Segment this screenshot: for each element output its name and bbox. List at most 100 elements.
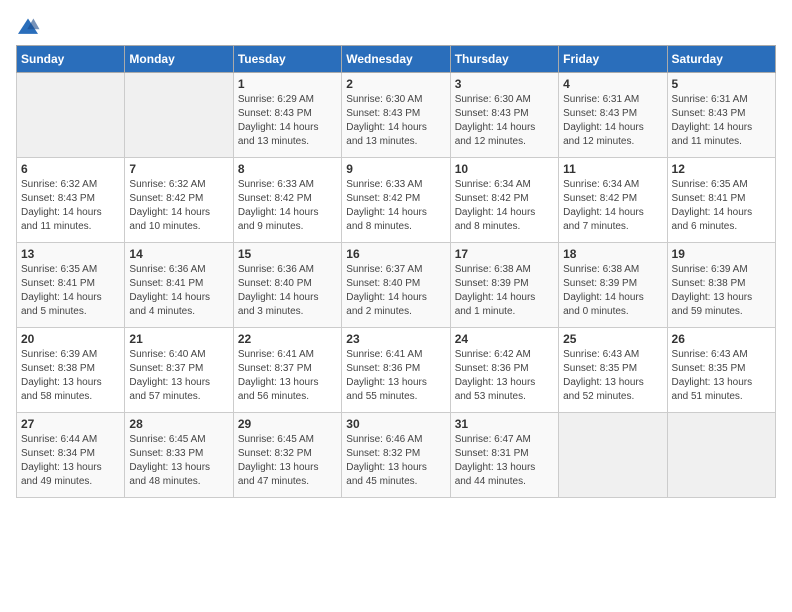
day-number: 28 <box>129 417 228 431</box>
weekday-header: Sunday <box>17 46 125 73</box>
day-number: 31 <box>455 417 554 431</box>
day-number: 11 <box>563 162 662 176</box>
calendar-cell: 24 Sunrise: 6:42 AM Sunset: 8:36 PM Dayli… <box>450 328 558 413</box>
calendar-header: SundayMondayTuesdayWednesdayThursdayFrid… <box>17 46 776 73</box>
day-number: 17 <box>455 247 554 261</box>
calendar-cell: 26Sunrise: 6:43 AM Sunset: 8:35 PM Dayli… <box>667 328 775 413</box>
day-number: 10 <box>455 162 554 176</box>
calendar-cell: 19 Sunrise: 6:39 AM Sunset: 8:38 PM Dayli… <box>667 243 775 328</box>
day-number: 20 <box>21 332 120 346</box>
day-detail: Sunrise: 6:30 AM Sunset: 8:43 PM Dayligh… <box>455 93 554 149</box>
day-detail: Sunrise: 6:38 AM Sunset: 8:39 PM Dayligh… <box>563 263 662 319</box>
day-number: 19 <box>672 247 771 261</box>
day-detail: Sunrise: 6:29 AM Sunset: 8:43 PM Dayligh… <box>238 93 337 149</box>
weekday-header: Tuesday <box>233 46 341 73</box>
calendar-cell: 18 Sunrise: 6:38 AM Sunset: 8:39 PM Dayli… <box>559 243 667 328</box>
day-number: 9 <box>346 162 445 176</box>
calendar-cell: 17 Sunrise: 6:38 AM Sunset: 8:39 PM Dayli… <box>450 243 558 328</box>
calendar-cell: 2 Sunrise: 6:30 AM Sunset: 8:43 PM Daylig… <box>342 73 450 158</box>
calendar-cell: 27Sunrise: 6:44 AM Sunset: 8:34 PM Dayli… <box>17 413 125 498</box>
day-number: 13 <box>21 247 120 261</box>
calendar-week-row: 13 Sunrise: 6:35 AM Sunset: 8:41 PM Dayli… <box>17 243 776 328</box>
day-number: 25 <box>563 332 662 346</box>
day-detail: Sunrise: 6:38 AM Sunset: 8:39 PM Dayligh… <box>455 263 554 319</box>
calendar-cell: 9 Sunrise: 6:33 AM Sunset: 8:42 PM Daylig… <box>342 158 450 243</box>
day-number: 29 <box>238 417 337 431</box>
day-number: 3 <box>455 77 554 91</box>
header-row: SundayMondayTuesdayWednesdayThursdayFrid… <box>17 46 776 73</box>
day-number: 16 <box>346 247 445 261</box>
calendar-cell: 20 Sunrise: 6:39 AM Sunset: 8:38 PM Dayli… <box>17 328 125 413</box>
day-number: 30 <box>346 417 445 431</box>
day-number: 6 <box>21 162 120 176</box>
day-number: 21 <box>129 332 228 346</box>
day-detail: Sunrise: 6:34 AM Sunset: 8:42 PM Dayligh… <box>455 178 554 234</box>
calendar-table: SundayMondayTuesdayWednesdayThursdayFrid… <box>16 45 776 498</box>
day-detail: Sunrise: 6:35 AM Sunset: 8:41 PM Dayligh… <box>21 263 120 319</box>
calendar-cell: 5Sunrise: 6:31 AM Sunset: 8:43 PM Daylig… <box>667 73 775 158</box>
day-detail: Sunrise: 6:45 AM Sunset: 8:33 PM Dayligh… <box>129 433 228 489</box>
day-number: 2 <box>346 77 445 91</box>
day-detail: Sunrise: 6:41 AM Sunset: 8:37 PM Dayligh… <box>238 348 337 404</box>
calendar-cell: 23 Sunrise: 6:41 AM Sunset: 8:36 PM Dayli… <box>342 328 450 413</box>
calendar-cell: 31 Sunrise: 6:47 AM Sunset: 8:31 PM Dayli… <box>450 413 558 498</box>
calendar-cell: 8 Sunrise: 6:33 AM Sunset: 8:42 PM Daylig… <box>233 158 341 243</box>
day-detail: Sunrise: 6:36 AM Sunset: 8:41 PM Dayligh… <box>129 263 228 319</box>
calendar-cell: 1 Sunrise: 6:29 AM Sunset: 8:43 PM Daylig… <box>233 73 341 158</box>
day-number: 14 <box>129 247 228 261</box>
day-detail: Sunrise: 6:33 AM Sunset: 8:42 PM Dayligh… <box>238 178 337 234</box>
day-detail: Sunrise: 6:33 AM Sunset: 8:42 PM Dayligh… <box>346 178 445 234</box>
day-number: 12 <box>672 162 771 176</box>
calendar-cell: 15 Sunrise: 6:36 AM Sunset: 8:40 PM Dayli… <box>233 243 341 328</box>
day-detail: Sunrise: 6:47 AM Sunset: 8:31 PM Dayligh… <box>455 433 554 489</box>
calendar-week-row: 1 Sunrise: 6:29 AM Sunset: 8:43 PM Daylig… <box>17 73 776 158</box>
day-number: 27 <box>21 417 120 431</box>
calendar-cell: 13 Sunrise: 6:35 AM Sunset: 8:41 PM Dayli… <box>17 243 125 328</box>
day-number: 23 <box>346 332 445 346</box>
calendar-body: 1 Sunrise: 6:29 AM Sunset: 8:43 PM Daylig… <box>17 73 776 498</box>
day-detail: Sunrise: 6:40 AM Sunset: 8:37 PM Dayligh… <box>129 348 228 404</box>
calendar-cell: 10 Sunrise: 6:34 AM Sunset: 8:42 PM Dayli… <box>450 158 558 243</box>
calendar-cell: 30Sunrise: 6:46 AM Sunset: 8:32 PM Dayli… <box>342 413 450 498</box>
weekday-header: Monday <box>125 46 233 73</box>
day-detail: Sunrise: 6:41 AM Sunset: 8:36 PM Dayligh… <box>346 348 445 404</box>
calendar-cell: 16 Sunrise: 6:37 AM Sunset: 8:40 PM Dayli… <box>342 243 450 328</box>
calendar-cell: 3 Sunrise: 6:30 AM Sunset: 8:43 PM Daylig… <box>450 73 558 158</box>
day-detail: Sunrise: 6:32 AM Sunset: 8:42 PM Dayligh… <box>129 178 228 234</box>
weekday-header: Saturday <box>667 46 775 73</box>
day-detail: Sunrise: 6:45 AM Sunset: 8:32 PM Dayligh… <box>238 433 337 489</box>
day-detail: Sunrise: 6:43 AM Sunset: 8:35 PM Dayligh… <box>563 348 662 404</box>
calendar-cell: 29 Sunrise: 6:45 AM Sunset: 8:32 PM Dayli… <box>233 413 341 498</box>
calendar-cell <box>559 413 667 498</box>
day-number: 24 <box>455 332 554 346</box>
day-detail: Sunrise: 6:31 AM Sunset: 8:43 PM Dayligh… <box>563 93 662 149</box>
day-detail: Sunrise: 6:30 AM Sunset: 8:43 PM Dayligh… <box>346 93 445 149</box>
calendar-week-row: 20 Sunrise: 6:39 AM Sunset: 8:38 PM Dayli… <box>17 328 776 413</box>
day-number: 1 <box>238 77 337 91</box>
weekday-header: Friday <box>559 46 667 73</box>
calendar-cell <box>17 73 125 158</box>
day-detail: Sunrise: 6:35 AM Sunset: 8:41 PM Dayligh… <box>672 178 771 234</box>
day-detail: Sunrise: 6:37 AM Sunset: 8:40 PM Dayligh… <box>346 263 445 319</box>
logo-icon <box>16 17 40 37</box>
calendar-cell: 25 Sunrise: 6:43 AM Sunset: 8:35 PM Dayli… <box>559 328 667 413</box>
calendar-cell: 22Sunrise: 6:41 AM Sunset: 8:37 PM Dayli… <box>233 328 341 413</box>
day-detail: Sunrise: 6:42 AM Sunset: 8:36 PM Dayligh… <box>455 348 554 404</box>
calendar-cell: 28 Sunrise: 6:45 AM Sunset: 8:33 PM Dayli… <box>125 413 233 498</box>
day-detail: Sunrise: 6:39 AM Sunset: 8:38 PM Dayligh… <box>21 348 120 404</box>
calendar-cell <box>667 413 775 498</box>
calendar-cell: 12 Sunrise: 6:35 AM Sunset: 8:41 PM Dayli… <box>667 158 775 243</box>
day-number: 18 <box>563 247 662 261</box>
day-number: 8 <box>238 162 337 176</box>
weekday-header: Wednesday <box>342 46 450 73</box>
day-detail: Sunrise: 6:39 AM Sunset: 8:38 PM Dayligh… <box>672 263 771 319</box>
day-detail: Sunrise: 6:36 AM Sunset: 8:40 PM Dayligh… <box>238 263 337 319</box>
calendar-week-row: 27Sunrise: 6:44 AM Sunset: 8:34 PM Dayli… <box>17 413 776 498</box>
logo <box>16 16 44 37</box>
calendar-cell <box>125 73 233 158</box>
calendar-cell: 11Sunrise: 6:34 AM Sunset: 8:42 PM Dayli… <box>559 158 667 243</box>
day-number: 26 <box>672 332 771 346</box>
weekday-header: Thursday <box>450 46 558 73</box>
calendar-cell: 4Sunrise: 6:31 AM Sunset: 8:43 PM Daylig… <box>559 73 667 158</box>
day-number: 15 <box>238 247 337 261</box>
